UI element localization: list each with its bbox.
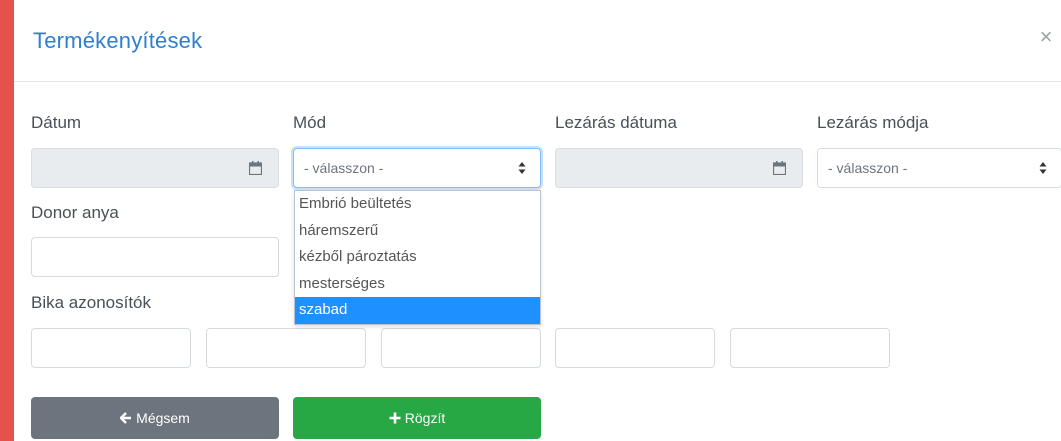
mode-option-harem[interactable]: háremszerű (295, 218, 540, 245)
mode-option-artificial[interactable]: mesterséges (295, 271, 540, 298)
closing-date-field[interactable] (555, 148, 803, 188)
date-label: Dátum (31, 113, 82, 132)
mode-dropdown-list: Embrió beültetés háremszerű kézből pároz… (294, 190, 541, 325)
mode-select-value: - válasszon - (304, 160, 384, 176)
save-button-label: Rögzít (404, 410, 446, 426)
close-button[interactable]: × (1033, 24, 1059, 50)
date-field[interactable] (31, 148, 279, 188)
bull-id-input-5[interactable] (730, 328, 890, 368)
bull-id-input-3[interactable] (381, 328, 541, 368)
closing-mode-select-value: - válasszon - (828, 160, 908, 176)
cancel-button[interactable]: Mégsem (31, 397, 279, 439)
calendar-icon (249, 161, 262, 175)
plus-icon (389, 412, 401, 424)
bull-id-input-2[interactable] (206, 328, 366, 368)
mode-option-embryo[interactable]: Embrió beültetés (295, 191, 540, 218)
closing-mode-label: Lezárás módja (817, 113, 929, 132)
bull-ids-label: Bika azonosítók (31, 293, 152, 312)
save-button[interactable]: Rögzít (293, 397, 541, 439)
donor-mother-input[interactable] (31, 237, 279, 277)
sort-icon (1039, 162, 1047, 174)
bull-id-input-4[interactable] (555, 328, 715, 368)
modal-title: Termékenyítések (33, 28, 203, 53)
arrow-left-icon (120, 412, 132, 424)
donor-mother-label: Donor anya (31, 203, 119, 222)
mode-label: Mód (293, 113, 327, 132)
mode-select[interactable]: - válasszon - (293, 148, 541, 188)
mode-option-free[interactable]: szabad (295, 297, 540, 324)
modal-dialog: Termékenyítések × Dátum Mód Lezárás dátu… (14, 0, 1061, 441)
closing-date-label: Lezárás dátuma (555, 113, 677, 132)
modal-header: Termékenyítések × (14, 0, 1061, 82)
bull-id-input-1[interactable] (31, 328, 191, 368)
close-icon: × (1039, 24, 1053, 49)
calendar-icon (773, 161, 786, 175)
mode-option-hand-mating[interactable]: kézből pároztatás (295, 244, 540, 271)
cancel-button-label: Mégsem (136, 410, 190, 426)
closing-mode-select[interactable]: - válasszon - (817, 148, 1061, 188)
sort-icon (518, 162, 526, 174)
